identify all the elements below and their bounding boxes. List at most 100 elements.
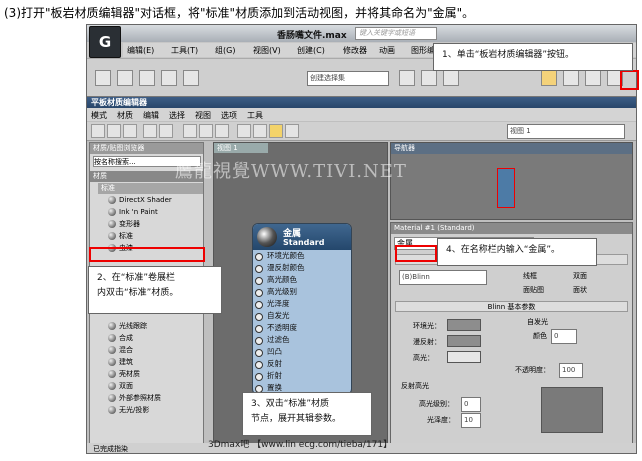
mirror-icon[interactable] (399, 70, 415, 86)
diffuse-swatch[interactable] (447, 335, 481, 347)
list-item[interactable]: 双面 (108, 381, 133, 392)
ambient-swatch[interactable] (447, 319, 481, 331)
opacity-value[interactable]: 100 (559, 363, 583, 378)
delete-icon[interactable] (143, 124, 157, 138)
node-slot[interactable]: 漫反射颜色 (253, 262, 351, 274)
list-item[interactable]: 混合 (108, 345, 133, 356)
spec-level-label: 高光级别： (419, 400, 454, 408)
selfillum-value[interactable]: 0 (551, 329, 577, 344)
gloss-value[interactable]: 10 (461, 413, 481, 428)
sme-menu-edit[interactable]: 编辑 (143, 110, 159, 121)
move-icon[interactable] (139, 70, 155, 86)
sme-menu-options[interactable]: 选项 (221, 110, 237, 121)
spec-level-value[interactable]: 0 (461, 397, 481, 412)
render-frame-icon[interactable] (585, 70, 601, 86)
sme-menu-select[interactable]: 选择 (169, 110, 185, 121)
node-type: Standard (283, 238, 325, 247)
sme-menu-material[interactable]: 材质 (117, 110, 133, 121)
put-to-scene-icon[interactable] (123, 124, 137, 138)
list-item[interactable]: 光线跟踪 (108, 321, 147, 332)
app-logo-icon[interactable]: G (89, 26, 121, 58)
node-slot[interactable]: 凹凸 (253, 346, 351, 358)
sme-title: 平板材质编辑器 (87, 97, 636, 108)
watermark: 鷹龍視覺WWW.TIVI.NET (175, 161, 407, 182)
menu-modifiers[interactable]: 修改器 (343, 45, 367, 56)
menu-views[interactable]: 视图(V) (253, 45, 281, 56)
render-setup-icon[interactable] (563, 70, 579, 86)
list-item[interactable]: 外部参照材质 (108, 393, 161, 404)
list-item-standard[interactable]: 标准 (108, 231, 133, 242)
sme-menu-view[interactable]: 视图 (195, 110, 211, 121)
check-facemap[interactable]: 面贴图 (523, 285, 544, 295)
pick-icon[interactable] (91, 124, 105, 138)
menu-create[interactable]: 创建(C) (297, 45, 325, 56)
node-slot[interactable]: 过滤色 (253, 334, 351, 346)
list-item[interactable]: DirectX Shader (108, 195, 172, 206)
list-item[interactable]: 壳材质 (108, 369, 140, 380)
list-item[interactable]: 建筑 (108, 357, 133, 368)
callout-2: 2、在“标准”卷展栏 内双击“标准”材质。 (88, 266, 222, 314)
params-icon[interactable] (253, 124, 267, 138)
list-item[interactable]: 合成 (108, 333, 133, 344)
menu-edit[interactable]: 编辑(E) (127, 45, 154, 56)
diffuse-label: 漫反射： (413, 338, 441, 346)
view-tab[interactable]: 视图 1 (214, 143, 268, 153)
node-slot[interactable]: 自发光 (253, 310, 351, 322)
layer-icon[interactable] (443, 70, 459, 86)
gloss-label: 光泽度： (427, 416, 455, 424)
slate-material-editor-button[interactable] (541, 70, 557, 86)
selection-set-combo[interactable]: 创建选择集 (307, 71, 389, 86)
eyedropper-icon[interactable] (107, 124, 121, 138)
align-icon[interactable] (421, 70, 437, 86)
move-children-icon[interactable] (159, 124, 173, 138)
node-slot[interactable]: 反射 (253, 358, 351, 370)
menu-tools[interactable]: 工具(T) (171, 45, 198, 56)
sme-toolbar: 视图 1 (87, 122, 636, 141)
search-input[interactable]: 键入关键字或短语 (355, 27, 437, 40)
layout-icon[interactable] (215, 124, 229, 138)
check-wire[interactable]: 线框 (523, 271, 537, 281)
background-icon[interactable] (199, 124, 213, 138)
app-title: 香肠嘴文件.max (277, 31, 347, 41)
node-slot[interactable]: 高光颜色 (253, 274, 351, 286)
menu-animation[interactable]: 动画 (379, 45, 395, 56)
view-select[interactable]: 视图 1 (507, 124, 625, 139)
node-slot[interactable]: 环境光颜色 (253, 250, 351, 262)
sme-menu: 模式 材质 编辑 选择 视图 选项 工具 (87, 108, 636, 121)
undo-icon[interactable] (95, 70, 111, 86)
rollout-blinn-basic[interactable]: Blinn 基本参数 (395, 301, 628, 312)
highlight-curve (541, 387, 603, 433)
rotate-icon[interactable] (161, 70, 177, 86)
list-item[interactable]: 无光/投影 (108, 405, 149, 416)
specular-swatch[interactable] (447, 351, 481, 363)
check-2sided[interactable]: 双面 (573, 271, 587, 281)
active-view-icon[interactable] (269, 124, 283, 138)
callout-1: 1、单击“板岩材质编辑器”按钮。 (433, 43, 633, 71)
list-item[interactable]: Ink 'n Paint (108, 207, 158, 218)
title-bar: 香肠嘴文件.max 键入关键字或短语 (87, 25, 636, 42)
menu-group[interactable]: 组(G) (215, 45, 235, 56)
sme-menu-mode[interactable]: 模式 (91, 110, 107, 121)
select-by-mat-icon[interactable] (285, 124, 299, 138)
browser-header: 材质/贴图浏览器 (90, 143, 203, 154)
node-slot[interactable]: 折射 (253, 370, 351, 382)
check-faceted[interactable]: 面状 (573, 285, 587, 295)
navigator: 导航器 (390, 142, 633, 220)
node-slot[interactable]: 高光级别 (253, 286, 351, 298)
credit-text: 3Dmax吧 【www.lin ecg.com/tieba/171】 (208, 440, 393, 450)
shader-select[interactable]: (B)Blinn (399, 270, 487, 285)
group-standard[interactable]: 标准 (98, 183, 203, 194)
scale-icon[interactable] (183, 70, 199, 86)
reflect-hl-label: 反射高光 (401, 382, 429, 390)
layout-children-icon[interactable] (237, 124, 251, 138)
select-icon[interactable] (117, 70, 133, 86)
navigator-view-rect[interactable] (497, 168, 515, 208)
selfillum-color-label[interactable]: 颜色 (533, 331, 547, 341)
list-item[interactable]: 变形器 (108, 219, 140, 230)
node-header[interactable]: 金属 Standard (253, 224, 351, 250)
node-slot[interactable]: 光泽度 (253, 298, 351, 310)
show-map-icon[interactable] (183, 124, 197, 138)
material-node[interactable]: 金属 Standard 环境光颜色 漫反射颜色 高光颜色 高光级别 光泽度 自发… (252, 223, 352, 395)
node-slot[interactable]: 不透明度 (253, 322, 351, 334)
sme-menu-tools[interactable]: 工具 (247, 110, 263, 121)
